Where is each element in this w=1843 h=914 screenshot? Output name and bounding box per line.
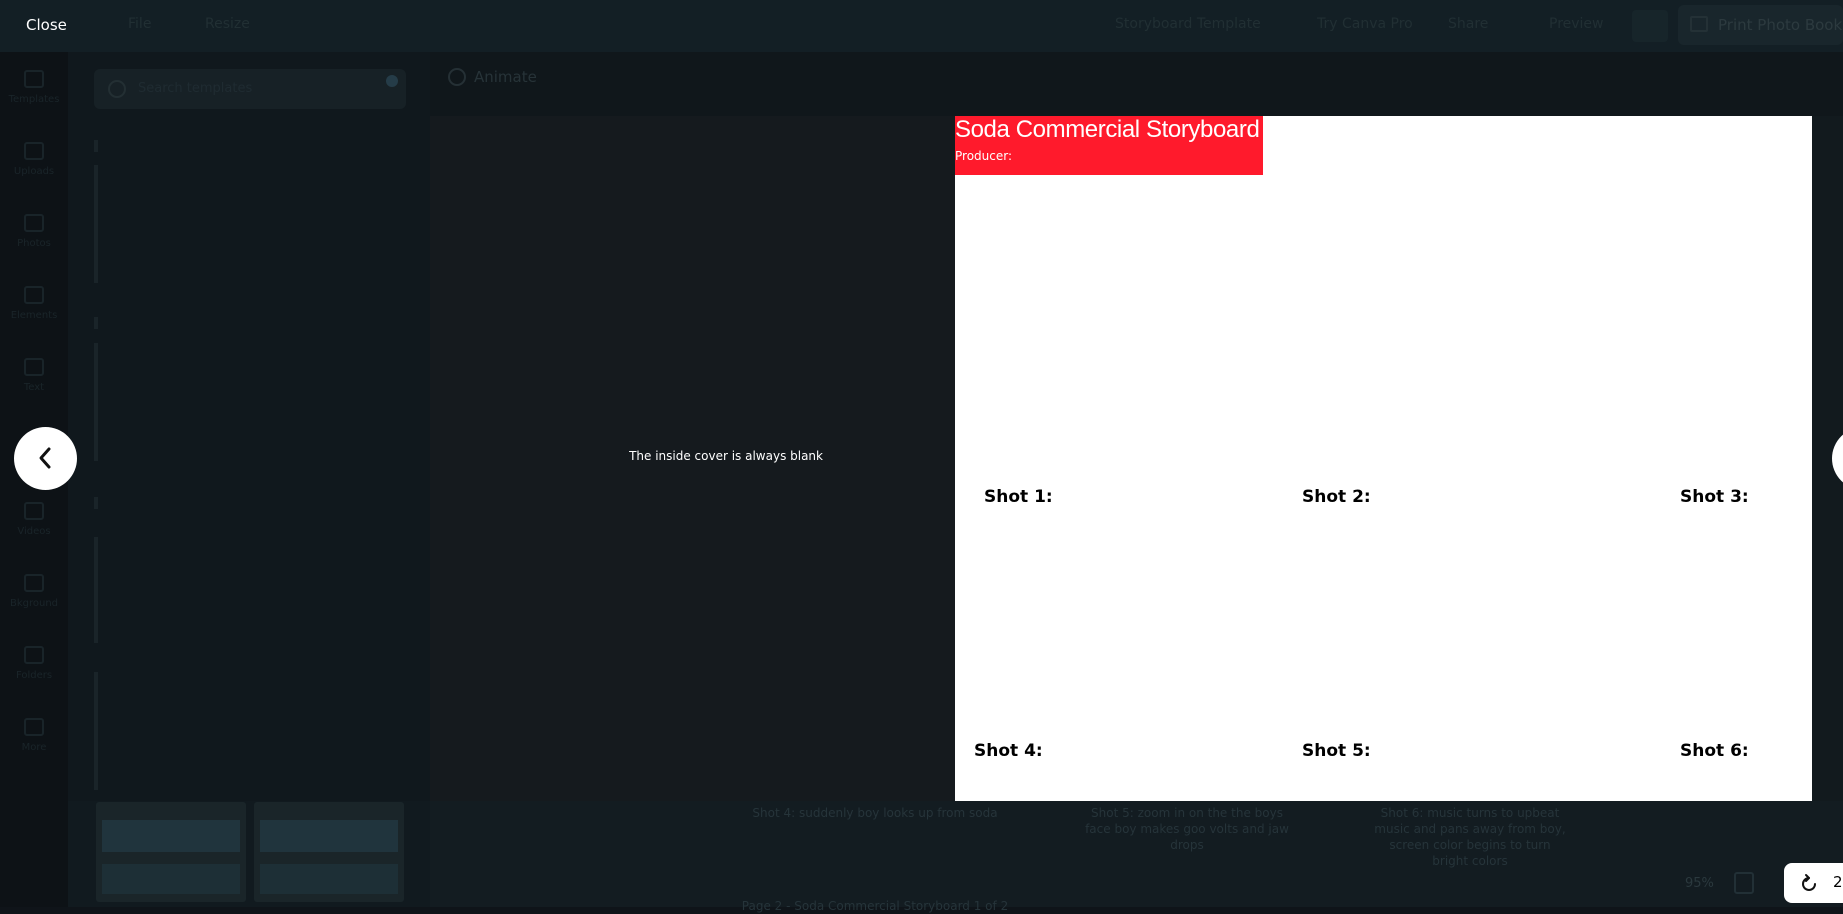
title-banner: Soda Commercial Storyboard Producer: [955, 116, 1263, 175]
page-caption: Page 2 - Soda Commercial Storyboard 1 of… [741, 899, 1009, 913]
shot-4-label: Shot 4: [974, 741, 1043, 761]
storyboard-page: Soda Commercial Storyboard Producer: Sho… [955, 116, 1812, 801]
inside-cover-page: The inside cover is always blank [430, 116, 955, 801]
close-preview-button[interactable]: Close [10, 8, 83, 42]
shot-1-label: Shot 1: [984, 487, 1053, 507]
producer-label: Producer: [955, 149, 1013, 163]
page-number: 2 [1833, 873, 1843, 891]
storyboard-title: Soda Commercial Storyboard [955, 116, 1260, 143]
template-thumbnail [254, 802, 404, 902]
inside-cover-message: The inside cover is always blank [629, 449, 823, 463]
rotate-icon [1802, 874, 1816, 891]
previous-page-button[interactable] [14, 427, 77, 490]
underlying-shot6-text: Shot 6: music turns to upbeat music and … [1374, 806, 1566, 868]
page-indicator[interactable]: 2 [1784, 863, 1843, 903]
page-view-icon [1734, 872, 1754, 894]
underlying-shot5-text: Shot 5: zoom in on the the boys face boy… [1085, 806, 1289, 852]
shot-2-label: Shot 2: [1302, 487, 1371, 507]
chevron-left-icon [39, 447, 51, 469]
shot-6-label: Shot 6: [1680, 741, 1749, 761]
shot-5-label: Shot 5: [1302, 741, 1371, 761]
template-thumbnail [96, 802, 246, 902]
zoom-level: 95% [1685, 876, 1714, 891]
underlying-shot4-text: Shot 4: suddenly boy looks up from soda [752, 806, 998, 820]
shot-3-label: Shot 3: [1680, 487, 1749, 507]
